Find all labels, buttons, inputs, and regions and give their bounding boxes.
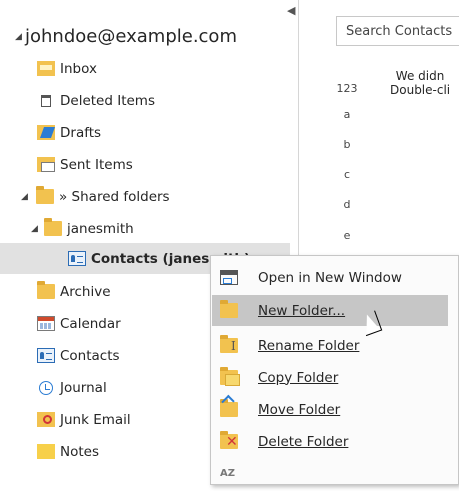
empty-message-line: We didn bbox=[395, 69, 445, 83]
collapse-pane-icon[interactable]: ◀ bbox=[287, 4, 295, 17]
inbox-icon bbox=[37, 61, 55, 76]
folder-label: Junk Email bbox=[60, 411, 131, 428]
menu-item-label: Open in New Window bbox=[258, 269, 402, 286]
new-window-icon bbox=[220, 270, 238, 285]
menu-open-new-window[interactable]: Open in New Window bbox=[212, 262, 448, 293]
contacts-icon bbox=[68, 251, 86, 266]
contacts-icon bbox=[37, 348, 55, 363]
folder-label: Contacts bbox=[60, 347, 120, 364]
alpha-index-item[interactable]: b bbox=[335, 138, 359, 151]
menu-item-label: Rename Folder bbox=[258, 337, 360, 354]
folder-label: Sent Items bbox=[60, 156, 133, 173]
alpha-index-item[interactable]: 123 bbox=[335, 82, 359, 95]
menu-item-label: Move Folder bbox=[258, 401, 341, 418]
menu-new-folder[interactable]: New Folder... bbox=[212, 295, 448, 326]
account-label: johndoe@example.com bbox=[25, 26, 237, 47]
folder-icon bbox=[37, 281, 55, 299]
folder-label: » Shared folders bbox=[59, 188, 170, 205]
alpha-index-item[interactable]: e bbox=[335, 229, 359, 242]
sort-az-icon: AZ bbox=[220, 468, 235, 479]
folder-shared-folders[interactable]: ◢ » Shared folders bbox=[21, 181, 170, 212]
folder-icon bbox=[220, 300, 238, 318]
folder-label: janesmith bbox=[67, 220, 134, 237]
folder-calendar[interactable]: Calendar bbox=[37, 308, 121, 339]
junk-icon bbox=[37, 412, 55, 427]
expanded-triangle-icon[interactable]: ◢ bbox=[21, 192, 31, 202]
drafts-icon bbox=[37, 125, 55, 140]
folder-archive[interactable]: Archive bbox=[37, 276, 111, 307]
folder-deleted-items[interactable]: Deleted Items bbox=[37, 85, 155, 116]
sent-icon bbox=[37, 157, 55, 172]
menu-item-label: Copy Folder bbox=[258, 369, 339, 386]
menu-next-partial[interactable]: AZ bbox=[212, 460, 448, 491]
trash-icon bbox=[41, 94, 51, 107]
folder-label: Calendar bbox=[60, 315, 121, 332]
menu-delete-folder[interactable]: Delete Folder bbox=[212, 426, 448, 457]
search-input[interactable]: Search Contacts bbox=[336, 16, 459, 46]
folder-sent-items[interactable]: Sent Items bbox=[37, 149, 133, 180]
journal-icon bbox=[39, 380, 53, 395]
context-menu: Open in New Window New Folder... Rename … bbox=[210, 255, 459, 485]
folder-journal[interactable]: Journal bbox=[37, 372, 107, 403]
folder-label: Inbox bbox=[60, 60, 97, 77]
folder-label: Journal bbox=[60, 379, 107, 396]
copy-folder-icon bbox=[220, 367, 240, 386]
rename-icon bbox=[220, 335, 238, 353]
expanded-triangle-icon[interactable]: ◢ bbox=[15, 32, 25, 42]
calendar-icon bbox=[37, 316, 55, 331]
menu-copy-folder[interactable]: Copy Folder bbox=[212, 362, 448, 393]
folder-label: Drafts bbox=[60, 124, 102, 141]
empty-message-line: Double-cli bbox=[390, 83, 451, 97]
move-folder-icon bbox=[220, 399, 238, 417]
folder-contacts[interactable]: Contacts bbox=[37, 340, 120, 371]
folder-icon bbox=[36, 186, 54, 204]
delete-icon bbox=[220, 431, 238, 449]
folder-label: Notes bbox=[60, 443, 99, 460]
menu-move-folder[interactable]: Move Folder bbox=[212, 394, 448, 425]
alpha-index-item[interactable]: c bbox=[335, 168, 359, 181]
folder-label: Deleted Items bbox=[60, 92, 155, 109]
alpha-index-item[interactable]: d bbox=[335, 198, 359, 211]
expanded-triangle-icon[interactable]: ◢ bbox=[31, 224, 41, 234]
folder-inbox[interactable]: Inbox bbox=[37, 53, 97, 84]
folder-drafts[interactable]: Drafts bbox=[37, 117, 101, 148]
folder-janesmith[interactable]: ◢ janesmith bbox=[31, 213, 134, 244]
folder-junk-email[interactable]: Junk Email bbox=[37, 404, 131, 435]
menu-item-label: New Folder... bbox=[258, 302, 346, 319]
folder-label: Archive bbox=[60, 283, 111, 300]
menu-rename-folder[interactable]: Rename Folder bbox=[212, 330, 448, 361]
menu-item-label: Delete Folder bbox=[258, 433, 349, 450]
folder-icon bbox=[44, 218, 62, 236]
empty-message: We didn Double-cli bbox=[390, 69, 450, 97]
alpha-index-item[interactable]: a bbox=[335, 108, 359, 121]
account-header[interactable]: ◢ johndoe@example.com bbox=[15, 21, 237, 52]
folder-notes[interactable]: Notes bbox=[37, 436, 99, 467]
notes-icon bbox=[37, 444, 55, 459]
